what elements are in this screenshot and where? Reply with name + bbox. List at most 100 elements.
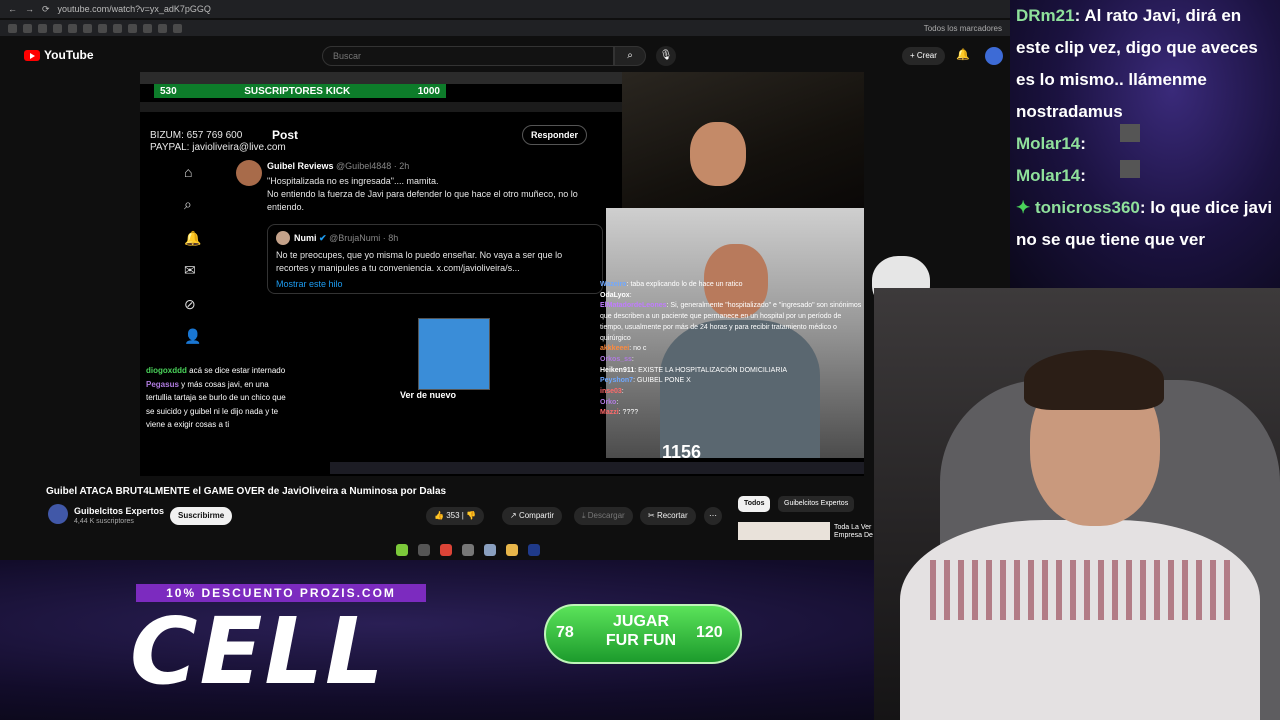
- chat-message: Heiken911: EXISTE LA HOSPITALIZACIÓN DOM…: [600, 366, 787, 374]
- create-button[interactable]: + Crear: [902, 47, 945, 65]
- notifications-bell-icon[interactable]: 🔔: [956, 48, 970, 61]
- subscriber-count: 4,44 K suscriptores: [74, 518, 134, 525]
- kick-subscriber-goal-bar: 530 SUSCRIPTORES KICK 1000: [154, 84, 446, 98]
- streamer-face: [690, 122, 746, 186]
- browser-address-bar[interactable]: ← → ⟳ youtube.com/watch?v=yx_adK7pGGQ: [0, 0, 1010, 18]
- forward-icon[interactable]: →: [25, 4, 34, 14]
- chrome-icon[interactable]: [440, 544, 452, 556]
- chat-message: diogoxddd acá se dice estar internado: [146, 366, 286, 375]
- messages-icon[interactable]: ✉: [184, 262, 196, 279]
- download-icon: ⤓: [582, 511, 586, 520]
- account-avatar[interactable]: [985, 47, 1003, 65]
- show-thread-link[interactable]: Mostrar este hilo: [276, 279, 343, 289]
- search-input[interactable]: Buscar: [322, 46, 614, 66]
- obs-icon[interactable]: [418, 544, 430, 556]
- subscribe-button[interactable]: Suscribirme: [170, 507, 233, 525]
- photoshop-icon[interactable]: [528, 544, 540, 556]
- chat-message: Molar14:: [1016, 166, 1086, 185]
- back-icon[interactable]: ←: [8, 4, 17, 14]
- bet-right-value: 120: [696, 624, 723, 641]
- chat-message: inse03:: [600, 388, 624, 396]
- bookmark-icon[interactable]: [23, 23, 32, 33]
- reload-icon[interactable]: ⟳: [42, 4, 50, 15]
- badge-icon: ✦: [1016, 198, 1031, 217]
- bookmark-icon[interactable]: [8, 23, 17, 33]
- share-button[interactable]: ↗ Compartir: [502, 507, 563, 525]
- post-heading: Post: [272, 128, 299, 142]
- search-button[interactable]: ⌕: [614, 46, 646, 66]
- clip-button[interactable]: ✂ Recortar: [640, 507, 696, 525]
- captured-browser-tabs: [140, 72, 622, 84]
- reply-button[interactable]: Responder: [522, 125, 588, 145]
- like-button[interactable]: 👍 353 | 👎: [426, 507, 485, 525]
- twitch-chat-panel: DRm21: Al rato Javi, dirá en este clip v…: [1016, 0, 1278, 256]
- chat-message: akkkeeei: no c: [600, 345, 647, 353]
- bookmarks-bar: Todos los marcadores: [0, 20, 1010, 36]
- video-title: Guibel ATACA BRUT4LMENTE el GAME OVER de…: [46, 486, 447, 497]
- notifications-icon[interactable]: 🔔: [184, 230, 201, 247]
- bet-left-value: 78: [556, 624, 574, 641]
- url-text[interactable]: youtube.com/watch?v=yx_adK7pGGQ: [58, 4, 211, 14]
- home-icon[interactable]: ⌂: [184, 164, 192, 180]
- recommended-title[interactable]: Toda La Ver Empresa De: [834, 524, 878, 540]
- donation-info: BIZUM: 657 769 600 PAYPAL: javioliveira@…: [150, 130, 286, 153]
- bookmark-icon[interactable]: [158, 23, 167, 33]
- viewer-count: 1156: [662, 442, 702, 462]
- chat-message: Orkos_ss:: [600, 355, 634, 363]
- stream-chat-overlay: Wazeiro: taba explicando lo de hace un r…: [600, 280, 862, 419]
- bookmark-icon[interactable]: [53, 23, 62, 33]
- captured-taskbar: [330, 462, 864, 474]
- chat-message: Pegasus y más cosas javi, en una tertull…: [146, 379, 286, 430]
- all-bookmarks-link[interactable]: Todos los marcadores: [924, 24, 1002, 33]
- channel-name[interactable]: Guibelcitos Expertos: [74, 506, 164, 516]
- thumbs-up-icon: 👍: [434, 511, 444, 520]
- chip-channel[interactable]: Guibelcitos Expertos: [778, 496, 855, 512]
- search-icon[interactable]: ⌕: [184, 196, 192, 213]
- search-icon: ⌕: [627, 50, 633, 61]
- shirt-pattern: [930, 560, 1230, 620]
- youtube-play-icon: [24, 49, 40, 61]
- chat-message: Wazeiro: taba explicando lo de hace un r…: [600, 281, 743, 288]
- youtube-logo[interactable]: YouTube: [24, 48, 94, 62]
- bookmark-icon[interactable]: [83, 23, 92, 33]
- folder-icon[interactable]: [506, 544, 518, 556]
- chat-message: Orko:: [600, 398, 619, 406]
- chat-message: Mazzi: ????: [600, 409, 639, 417]
- app-icon[interactable]: [484, 544, 496, 556]
- replay-label[interactable]: Ver de nuevo: [400, 390, 456, 400]
- grok-icon[interactable]: ⊘: [184, 296, 196, 313]
- bookmark-icon[interactable]: [68, 23, 77, 33]
- bookmark-icon[interactable]: [113, 23, 122, 33]
- chat-message: Peyshon7: GUIBEL PONE X: [600, 377, 691, 385]
- bookmark-icon[interactable]: [143, 23, 152, 33]
- screenshot-image[interactable]: [418, 318, 490, 390]
- app-icon[interactable]: [462, 544, 474, 556]
- quote-author-avatar: [276, 231, 290, 245]
- chat-message: ElMatadordeLeones: Si, generalmente "hos…: [600, 302, 862, 342]
- app-icon[interactable]: [396, 544, 408, 556]
- more-icon: ⋯: [709, 511, 717, 520]
- recommended-thumbnail[interactable]: [738, 522, 830, 540]
- streamer-shirt: [900, 520, 1260, 720]
- bookmark-icon[interactable]: [128, 23, 137, 33]
- bet-label: JUGAR FUR FUN: [605, 613, 677, 649]
- chat-emote-icon: [1120, 160, 1140, 178]
- voice-search-button[interactable]: 🎙: [656, 46, 676, 66]
- tweet-author-avatar[interactable]: [236, 160, 262, 186]
- profile-icon[interactable]: 👤: [184, 328, 201, 345]
- chat-emote-icon: [1120, 124, 1140, 142]
- bookmark-icon[interactable]: [173, 23, 182, 33]
- cell-logo-text: CELL: [130, 598, 386, 705]
- chat-message: DRm21: Al rato Javi, dirá en este clip v…: [1016, 6, 1258, 121]
- channel-avatar[interactable]: [48, 504, 68, 524]
- quote-text: No te preocupes, que yo misma lo puedo e…: [276, 250, 563, 273]
- verified-badge-icon: ✔: [319, 233, 327, 243]
- bookmark-icon[interactable]: [98, 23, 107, 33]
- bookmark-icon[interactable]: [38, 23, 47, 33]
- chip-all[interactable]: Todos: [738, 496, 771, 512]
- more-actions-button[interactable]: ⋯: [704, 507, 722, 525]
- chat-message: Molar14:: [1016, 134, 1086, 153]
- tweet-author[interactable]: Guibel Reviews @Guibel4848 · 2h: [267, 161, 409, 171]
- download-button[interactable]: ⤓ Descargar: [574, 507, 633, 525]
- scissors-icon: ✂: [648, 511, 655, 520]
